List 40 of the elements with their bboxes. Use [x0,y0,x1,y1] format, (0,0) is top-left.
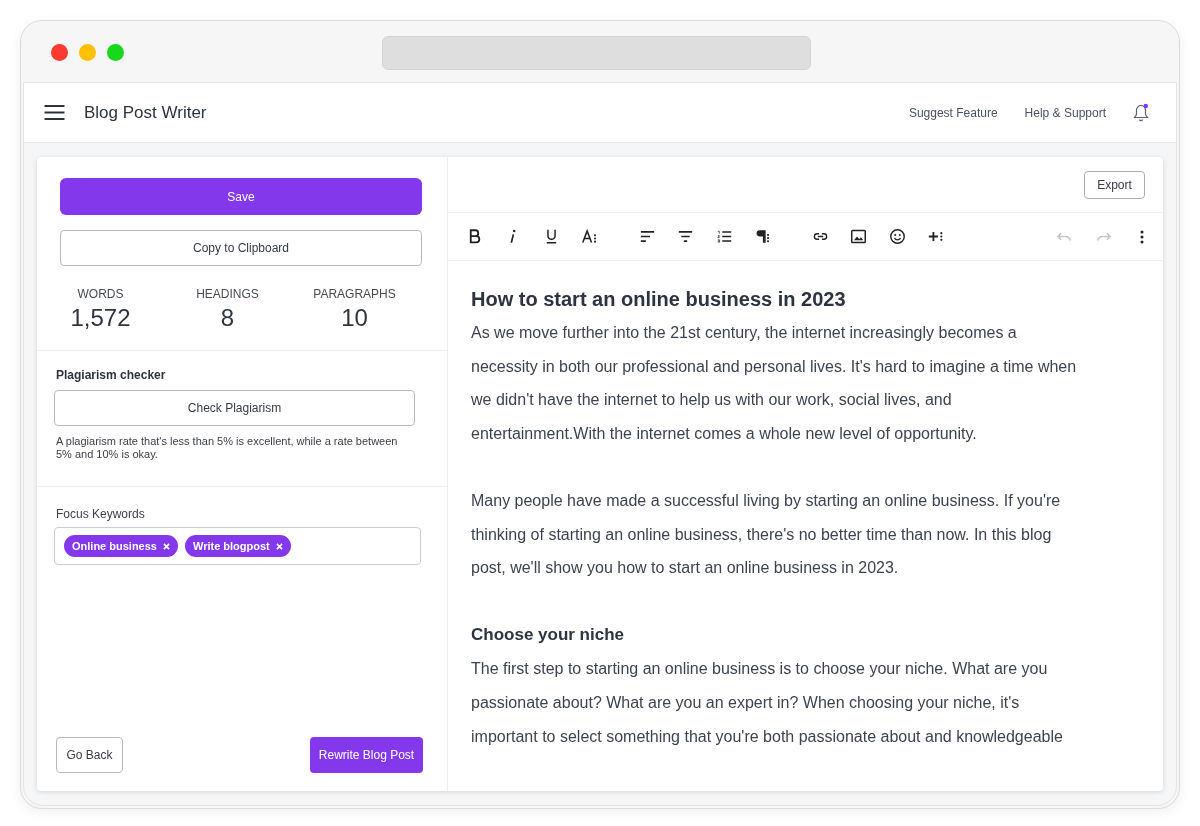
header-link[interactable]: Help & Support [1024,105,1106,120]
post-title: How to start an online business in 2023 [471,287,847,312]
bell-icon[interactable] [1133,103,1149,122]
plagiarism-note: A plagiarism rate that's less than 5% is excellent, while a rate between 5% and 10% is okay. [56,435,399,461]
keywords-field[interactable]: Online business Write blogpost [54,527,421,565]
paragraph-text: As we move further into the 21st century, the internet increasingly becomes a necessity in both our professional and personal lives. It's hard to imagine a time when we didn't have the internet to help us with our work, social lives, and entertainment.With the internet comes a whole new level of opportunity. [471,323,1078,444]
save-button[interactable]: Save [60,178,422,215]
header-link[interactable]: Suggest Feature [908,105,998,120]
menu-icon[interactable] [44,105,65,120]
stat-value: 10 [341,303,368,333]
emoji-icon[interactable] [889,229,905,244]
align-center-icon[interactable] [678,229,694,244]
plus-icon[interactable] [928,229,944,244]
close-icon[interactable] [162,542,170,550]
image-icon[interactable] [851,229,867,244]
font-size-icon[interactable] [582,229,598,244]
go-back-button[interactable]: Go Back [56,737,123,773]
paragraph-icon[interactable] [755,229,771,244]
stat-label: HEADINGS [196,286,259,302]
keyword-chip[interactable]: Online business [64,535,178,557]
align-left-icon[interactable] [639,229,655,244]
window-control-icon[interactable] [51,44,68,61]
close-icon[interactable] [275,542,283,550]
keyword-chip[interactable]: Write blogpost [184,535,291,557]
app-title: Blog Post Writer [84,102,207,123]
paragraph-text: Many people have made a successful living by starting an online business. If you're thinking of starting an online business, there's no better time than now. In this blog post, we'll show you how to start an online business in 2023. [471,490,1062,579]
field-label: Focus Keywords [56,506,145,522]
paragraph-text: The first step to starting an online business is to choose your niche. What are you passionate about? What are you an expert in? When choosing your niche, it's important to select something that you're both passionate about and knowledgeable [471,659,1064,747]
stat-label: WORDS [77,286,124,302]
rewrite-button[interactable]: Rewrite Blog Post [310,737,423,773]
check-plagiarism-button[interactable]: Check Plagiarism [54,390,415,426]
section-title: Plagiarism checker [56,367,166,383]
section-heading: Choose your niche [471,624,626,647]
numbered-list-icon[interactable] [716,229,732,244]
stat-value: 1,572 [70,303,131,333]
stat-label: PARAGRAPHS [313,286,396,302]
export-button[interactable]: Export [1084,170,1145,199]
copy-button[interactable]: Copy to Clipboard [60,230,422,266]
stat-value: 8 [220,303,235,333]
more-icon[interactable] [1139,229,1144,244]
